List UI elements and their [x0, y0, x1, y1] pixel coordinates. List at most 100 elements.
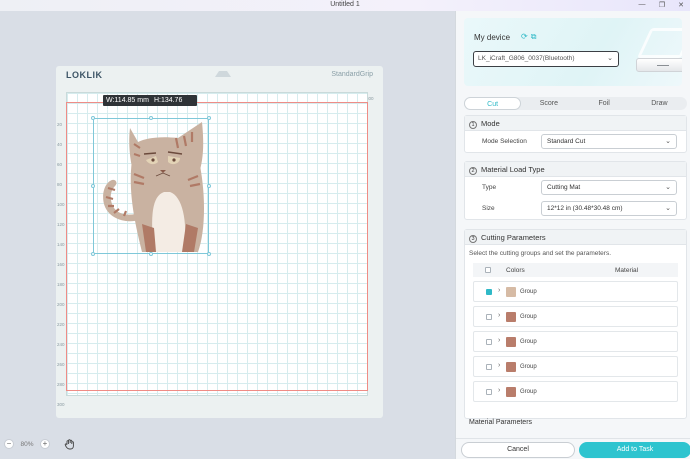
hand-pan-icon[interactable]	[64, 438, 76, 450]
cutting-params-title: Cutting Parameters	[481, 233, 546, 242]
color-swatch	[506, 387, 516, 397]
chevron-down-icon: ⌄	[665, 205, 671, 212]
mode-select[interactable]: Standard Cut ⌄	[541, 134, 677, 149]
colors-column-header: Colors	[506, 267, 525, 274]
device-card: My device ⟳ ⧉ LK_iCraft_G806_0037(Blueto…	[464, 18, 682, 86]
chevron-down-icon: ⌄	[665, 184, 671, 191]
select-all-checkbox[interactable]	[485, 267, 491, 273]
mode-title: Mode	[481, 119, 500, 128]
tab-draw[interactable]: Draw	[632, 97, 687, 110]
ruler-tick-label: 200	[57, 302, 65, 307]
tab-score[interactable]: Score	[521, 97, 576, 110]
size-select-value: 12*12 in (30.48*30.48 cm)	[547, 205, 623, 212]
group-checkbox[interactable]	[486, 314, 492, 320]
type-label: Type	[482, 184, 497, 191]
zoom-out-button[interactable]: −	[4, 439, 14, 449]
size-select[interactable]: 12*12 in (30.48*30.48 cm) ⌄	[541, 201, 677, 216]
panel-footer: Cancel Add to Task	[456, 438, 690, 459]
add-to-task-button[interactable]: Add to Task	[579, 442, 690, 458]
settings-panel: My device ⟳ ⧉ LK_iCraft_G806_0037(Blueto…	[455, 11, 690, 459]
group-row[interactable]: › Group	[473, 356, 678, 377]
material-load-header: 2 Material Load Type	[465, 162, 686, 177]
material-params-label: Material Parameters	[469, 419, 533, 426]
tab-foil[interactable]: Foil	[577, 97, 632, 110]
chevron-right-icon[interactable]: ›	[498, 287, 500, 294]
cancel-button[interactable]: Cancel	[461, 442, 575, 458]
group-row[interactable]: › Group	[473, 281, 678, 302]
color-swatch	[506, 362, 516, 372]
type-select-value: Cutting Mat	[547, 184, 581, 191]
ruler-tick-label: 300	[57, 402, 65, 407]
group-label: Group	[520, 339, 537, 345]
ruler-tick-label: 40	[57, 142, 63, 147]
group-checkbox[interactable]	[486, 364, 492, 370]
device-select[interactable]: LK_iCraft_G806_0037(Bluetooth) ⌄	[473, 51, 619, 67]
ruler-tick-label: 60	[57, 162, 63, 167]
window-title: Untitled 1	[330, 1, 360, 8]
group-label: Group	[520, 314, 537, 320]
step-number: 3	[469, 234, 477, 243]
restore-button[interactable]: ❐	[657, 1, 667, 9]
refresh-icon[interactable]: ⟳	[521, 32, 528, 42]
decorative-shape	[637, 28, 682, 58]
group-row[interactable]: › Group	[473, 381, 678, 402]
mat-logo: LOKLIK	[66, 70, 103, 80]
material-column-header: Material	[615, 267, 639, 274]
zoom-controls: − 80% +	[4, 439, 50, 449]
mode-selection-label: Mode Selection	[482, 138, 527, 145]
cat-artwork[interactable]	[94, 120, 208, 254]
size-label: Size	[482, 205, 495, 212]
chevron-right-icon[interactable]: ›	[498, 387, 500, 394]
group-label: Group	[520, 364, 537, 370]
mat-notch-icon	[215, 71, 231, 77]
ruler-tick-label: 240	[57, 342, 65, 347]
group-row[interactable]: › Group	[473, 306, 678, 327]
minimize-button[interactable]: —	[637, 1, 647, 8]
cutting-params-header: 3 Cutting Parameters	[465, 230, 686, 245]
color-swatch	[506, 287, 516, 297]
chevron-right-icon[interactable]: ›	[498, 362, 500, 369]
close-button[interactable]: ✕	[676, 1, 686, 9]
zoom-level: 80%	[20, 440, 34, 448]
ruler-tick-label: 120	[57, 222, 65, 227]
ruler-tick-label: 80	[57, 182, 63, 187]
ruler-tick-label: 280	[57, 382, 65, 387]
mode-header: 1 Mode	[465, 116, 686, 131]
zoom-in-button[interactable]: +	[40, 439, 50, 449]
group-checkbox[interactable]	[486, 289, 492, 295]
group-label: Group	[520, 389, 537, 395]
step-number: 2	[469, 166, 477, 175]
ruler-tick-label: 260	[57, 362, 65, 367]
ruler-tick-label: 100	[57, 202, 65, 207]
tool-tabs: Cut Score Foil Draw	[464, 97, 687, 110]
group-row[interactable]: › Group	[473, 331, 678, 352]
ruler-tick-label: 220	[57, 322, 65, 327]
group-checkbox[interactable]	[486, 339, 492, 345]
width-readout: W:114.85 mm	[106, 97, 149, 104]
tab-cut[interactable]: Cut	[464, 97, 522, 110]
ruler-left: 20 40 60 80 100 120 140 160 180 200 220 240 260 280 30…	[56, 92, 66, 418]
step-number: 1	[469, 120, 477, 129]
cutting-params-section: 3 Cutting Parameters Select the cutting g…	[464, 229, 687, 419]
material-load-title: Material Load Type	[481, 165, 545, 174]
ruler-top: 0204060801001201401601802002202402602803…	[66, 84, 382, 101]
chevron-right-icon[interactable]: ›	[498, 312, 500, 319]
ruler-tick-label: 180	[57, 282, 65, 287]
chevron-down-icon: ⌄	[665, 138, 671, 145]
chevron-down-icon: ⌄	[607, 55, 613, 62]
group-checkbox[interactable]	[486, 389, 492, 395]
link-device-icon[interactable]: ⧉	[531, 32, 537, 42]
mode-select-value: Standard Cut	[547, 138, 586, 145]
mat-grip-label: StandardGrip	[331, 71, 373, 78]
device-select-value: LK_iCraft_G806_0037(Bluetooth)	[478, 55, 575, 62]
chevron-right-icon[interactable]: ›	[498, 337, 500, 344]
type-select[interactable]: Cutting Mat ⌄	[541, 180, 677, 195]
color-swatch	[506, 312, 516, 322]
dimension-tooltip: W:114.85 mm H:134.76 mm	[103, 95, 197, 115]
material-load-section: 2 Material Load Type Type Cutting Mat ⌄ Si…	[464, 161, 687, 220]
groups-table-header: Colors Material	[473, 263, 678, 277]
mode-section: 1 Mode Mode Selection Standard Cut ⌄	[464, 115, 687, 153]
ruler-tick-label: 160	[57, 262, 65, 267]
color-swatch	[506, 337, 516, 347]
title-bar: Untitled 1 — ❐ ✕	[0, 0, 690, 11]
